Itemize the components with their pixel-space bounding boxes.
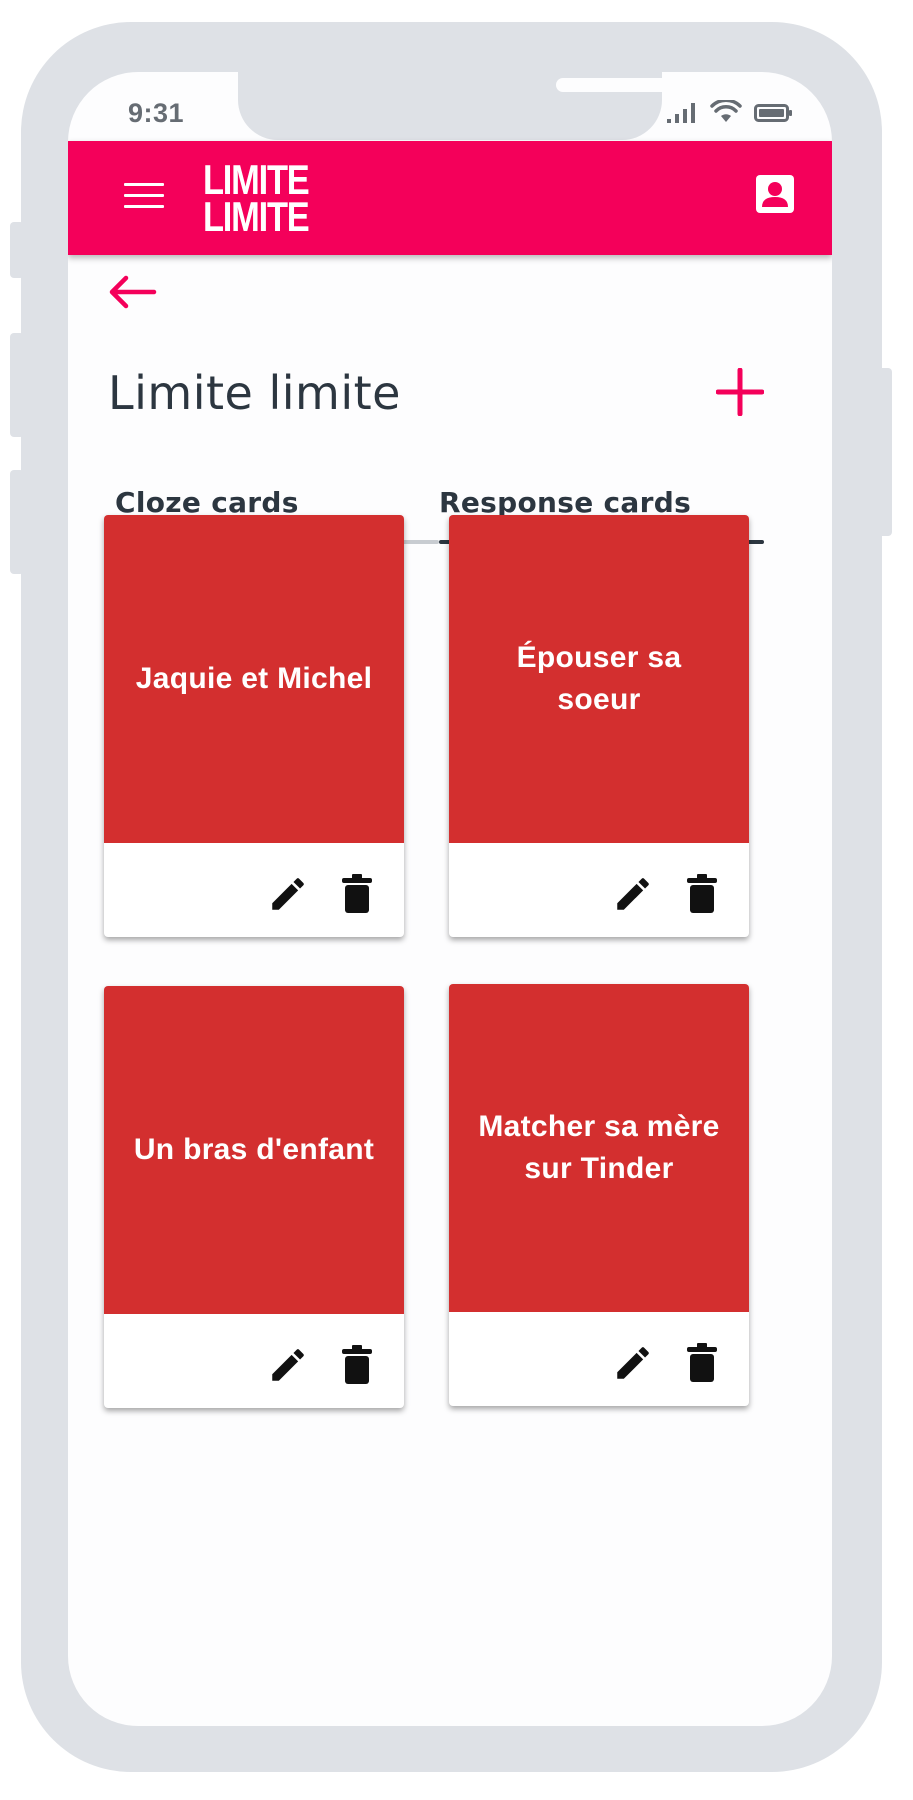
response-card: Épouser sa soeur [449, 515, 749, 937]
trash-icon [687, 1343, 717, 1382]
trash-icon [342, 1345, 372, 1384]
card-text: Jaquie et Michel [135, 662, 373, 695]
trash-icon [342, 874, 372, 913]
brand-logo: LIMITE LIMITE [203, 159, 323, 240]
card-actions [449, 1312, 749, 1406]
notch [238, 72, 738, 140]
side-button-volume-up [10, 333, 24, 437]
pencil-icon [272, 1349, 304, 1381]
response-card: Matcher sa mère sur Tinder [449, 984, 749, 1406]
card-text: Matcher sa mère sur Tinder [478, 1110, 720, 1185]
delete-button[interactable] [687, 1342, 717, 1384]
camera [708, 72, 738, 99]
card-text: Un bras d'enfant [133, 1133, 375, 1166]
phone-screen: 9:31 LIMITE LIMITE Limite limite Cloze c… [68, 72, 832, 1726]
response-card: Jaquie et Michel [104, 515, 404, 937]
account-button[interactable] [754, 173, 796, 215]
arrow-back-icon [109, 275, 157, 309]
speaker [556, 78, 682, 92]
card-face[interactable]: Épouser sa soeur [449, 515, 749, 843]
card-face[interactable]: Un bras d'enfant [104, 986, 404, 1314]
delete-button[interactable] [687, 873, 717, 915]
edit-button[interactable] [612, 873, 654, 915]
account-icon [756, 175, 794, 213]
side-button-volume-down [10, 470, 24, 574]
signal-icon [667, 103, 695, 123]
card-actions [449, 843, 749, 937]
add-card-button[interactable] [715, 367, 765, 417]
wifi-icon [710, 100, 742, 122]
card-actions [104, 843, 404, 937]
card-face[interactable]: Jaquie et Michel [104, 515, 404, 843]
status-time: 9:31 [128, 98, 185, 128]
pencil-icon [617, 878, 649, 910]
side-button-mute [10, 222, 24, 278]
card-text: Épouser sa soeur [516, 641, 682, 716]
status-icons [666, 100, 794, 124]
card-actions [104, 1314, 404, 1408]
app-bar: LIMITE LIMITE [68, 141, 832, 255]
card-face[interactable]: Matcher sa mère sur Tinder [449, 984, 749, 1312]
edit-button[interactable] [267, 1344, 309, 1386]
brand-line-2: LIMITE [203, 193, 310, 240]
page-title: Limite limite [108, 366, 401, 420]
back-button[interactable] [106, 272, 158, 312]
delete-button[interactable] [342, 873, 372, 915]
response-card: Un bras d'enfant [104, 986, 404, 1408]
plus-icon [715, 367, 765, 417]
delete-button[interactable] [342, 1344, 372, 1386]
pencil-icon [617, 1347, 649, 1379]
edit-button[interactable] [267, 873, 309, 915]
menu-icon [124, 183, 164, 208]
trash-icon [687, 874, 717, 913]
battery-icon [754, 104, 792, 122]
menu-button[interactable] [124, 183, 164, 211]
edit-button[interactable] [612, 1342, 654, 1384]
side-button-power [878, 368, 892, 536]
pencil-icon [272, 878, 304, 910]
